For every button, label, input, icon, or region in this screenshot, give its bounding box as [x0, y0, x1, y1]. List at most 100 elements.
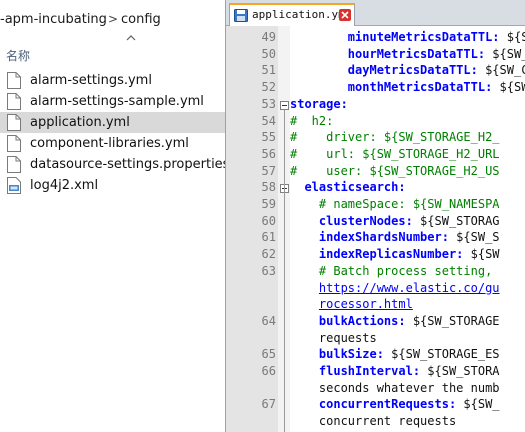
code-line: https://www.elastic.co/gu [290, 281, 500, 295]
yaml-key: flushInterval: [318, 364, 421, 378]
code-area[interactable]: minuteMetricsDataTTL: ${SW_ hourMetricsD… [290, 26, 525, 432]
tab-label: application.yml [252, 8, 352, 21]
yaml-key: hourMetricsDataTTL: [347, 46, 486, 61]
code-line: concurrentRequests: ${SW_ [290, 397, 500, 411]
breadcrumb-item[interactable]: -apm-incubating [0, 12, 107, 27]
file-row[interactable]: datasource-settings.properties [0, 154, 225, 175]
yaml-key: indexShardsNumber: [318, 230, 449, 245]
code-line: indexShardsNumber: ${SW_S [290, 230, 500, 244]
code-line: # user: ${SW_STORAGE_H2_US [290, 164, 500, 178]
url-link[interactable]: https://www.elastic.co/gu [319, 281, 500, 295]
file-row[interactable]: alarm-settings-sample.yml [0, 91, 225, 112]
code-text: concurrent requests [290, 414, 457, 429]
fold-collapse-icon[interactable] [280, 100, 289, 110]
line-number: 65 [261, 347, 276, 362]
file-icon [7, 93, 21, 110]
code-text: ${SW_C [477, 63, 525, 78]
comment: # driver: ${SW_STORAGE_H2_ [290, 130, 500, 145]
file-row[interactable]: alarm-settings.yml [0, 70, 225, 91]
file-icon [7, 135, 21, 152]
code-line: concurrent requests [290, 414, 456, 428]
comment: # user: ${SW_STORAGE_H2_US [290, 163, 500, 178]
save-disk-icon [234, 9, 248, 22]
code-line: bulkActions: ${SW_STORAGE [290, 314, 500, 328]
fold-guide-line [284, 109, 285, 432]
file-name: application.yml [30, 115, 130, 130]
yaml-key: elasticsearch: [304, 180, 406, 195]
file-row[interactable]: application.yml [0, 112, 225, 133]
line-number: 58 [261, 180, 276, 195]
file-name: alarm-settings-sample.yml [30, 94, 204, 109]
code-line: storage: [290, 97, 348, 111]
line-number: 57 [261, 163, 276, 178]
comment: # h2: [290, 113, 334, 128]
line-number: 63 [261, 263, 276, 278]
code-text: ${SW_ [456, 397, 500, 412]
code-text: ${SW_STORAG [412, 213, 500, 228]
code-text: seconds whatever the numb [290, 380, 500, 395]
line-number: 66 [261, 364, 276, 378]
code-line: minuteMetricsDataTTL: ${SW_ [290, 30, 525, 44]
code-line: dayMetricsDataTTL: ${SW_C [290, 63, 525, 77]
line-number: 55 [261, 130, 276, 145]
comment: # nameSpace: ${SW_NAMESPA [290, 197, 500, 211]
file-name: component-libraries.yml [30, 136, 189, 151]
line-number-gutter: 4950515253545556575859606162636465666768 [226, 26, 278, 432]
line-number: 59 [261, 197, 276, 211]
code-line: # driver: ${SW_STORAGE_H2_ [290, 130, 500, 144]
yaml-key: minuteMetricsDataTTL: [347, 30, 500, 44]
code-line: rocessor.html [290, 297, 413, 311]
code-line: # nameSpace: ${SW_NAMESPA [290, 197, 500, 211]
line-number: 54 [261, 113, 276, 128]
line-number: 52 [261, 80, 276, 95]
file-icon [7, 114, 21, 131]
file-name: log4j2.xml [30, 178, 99, 193]
file-row[interactable]: log4j2.xml [0, 175, 225, 196]
close-tab-icon[interactable] [339, 9, 351, 21]
code-text: requests [290, 330, 377, 345]
code-text: ${SW [463, 247, 500, 262]
code-line: clusterNodes: ${SW_STORAG [290, 214, 500, 228]
yaml-key: bulkSize: [318, 347, 384, 362]
sort-chevron-icon[interactable] [126, 34, 136, 42]
yaml-key: clusterNodes: [318, 213, 413, 228]
yaml-key: indexReplicasNumber: [318, 247, 464, 262]
breadcrumb[interactable]: -apm-incubating > config [0, 0, 225, 38]
code-line: hourMetricsDataTTL: ${SW_ [290, 47, 525, 61]
tab-application-yml[interactable]: application.yml [229, 3, 355, 26]
file-row[interactable]: component-libraries.yml [0, 133, 225, 154]
name-column-header[interactable]: 名称 [0, 44, 225, 66]
comment: # Batch process setting, [290, 263, 493, 278]
code-line: # url: ${SW_STORAGE_H2_URL [290, 147, 500, 161]
breadcrumb-item[interactable]: config [121, 12, 161, 27]
code-line: elasticsearch: [290, 180, 406, 195]
xml-file-icon [7, 177, 21, 194]
yaml-key: monthMetricsDataTTL: [347, 80, 493, 95]
url-link[interactable]: rocessor.html [319, 297, 413, 311]
code-line: monthMetricsDataTTL: ${SW_ [290, 80, 525, 94]
file-name: datasource-settings.properties [30, 157, 225, 172]
code-text: ${SW_STORAGE_ES [383, 347, 500, 362]
code-text: ${SW_ [506, 30, 525, 44]
code-line: # h2: [290, 114, 333, 128]
line-number: 64 [261, 313, 276, 328]
file-icon [7, 156, 21, 173]
line-number: 62 [261, 247, 276, 262]
code-line: bulkSize: ${SW_STORAGE_ES [290, 347, 500, 361]
yaml-key: bulkActions: [318, 313, 406, 328]
code-editor: application.yml 49 50 51 52 53 54 55 56 57 58 59 60… [225, 0, 525, 432]
tab-bar: application.yml [226, 0, 525, 26]
file-icon [7, 72, 21, 89]
yaml-key: concurrentRequests: [318, 397, 457, 412]
code-text: ${SW_ [485, 46, 525, 61]
